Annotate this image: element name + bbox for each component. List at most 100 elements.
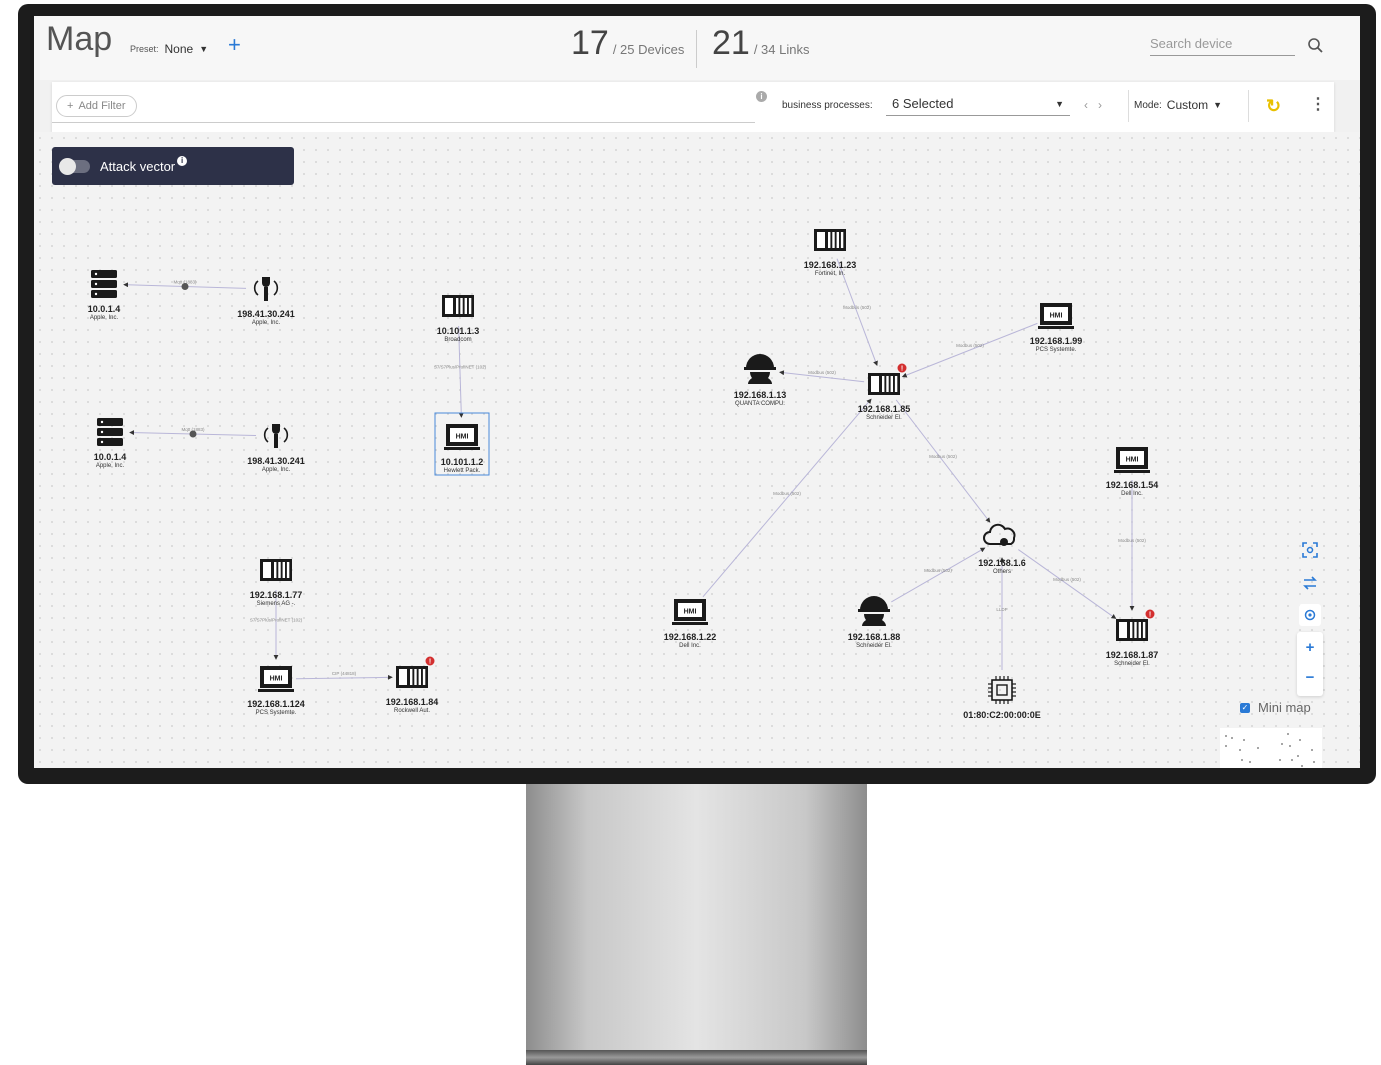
device-ip: 192.168.1.22 xyxy=(664,632,717,642)
minimap-checkbox[interactable]: ✓ xyxy=(1240,702,1250,713)
device-node[interactable]: 10.0.1.4Apple, Inc. xyxy=(88,270,121,321)
sensor-icon xyxy=(263,424,289,448)
search-icon[interactable] xyxy=(1306,36,1326,56)
alert-icon: ! xyxy=(897,363,907,373)
device-node[interactable]: 10.101.1.3Broadcom xyxy=(437,295,480,343)
device-vendor: PCS Systemte. xyxy=(256,710,297,716)
add-filter-button[interactable]: + Add Filter xyxy=(56,95,137,117)
add-filter-label: Add Filter xyxy=(78,100,126,112)
device-node[interactable]: ! 192.168.1.85Schneider El. xyxy=(858,363,911,422)
device-node[interactable]: 198.41.30.241Apple, Inc. xyxy=(247,424,305,473)
device-node[interactable]: HMI 192.168.1.124PCS Systemte. xyxy=(247,666,305,716)
monitor-stand xyxy=(526,784,867,1054)
mode-dropdown[interactable]: Mode: Custom ▼ xyxy=(1134,98,1222,112)
device-node[interactable]: 192.168.1.23Fortinet, In. xyxy=(804,229,857,277)
device-vendor: PCS Systemte. xyxy=(1036,347,1077,353)
device-ip: 198.41.30.241 xyxy=(237,309,295,319)
zoom-controls: + − xyxy=(1297,632,1323,696)
filter-input-line[interactable] xyxy=(52,122,755,123)
hmi-icon: HMI xyxy=(444,424,480,450)
edge-label: Modbus (502) xyxy=(956,343,984,348)
device-vendor: Dell Inc. xyxy=(679,643,701,649)
layout-swap-icon[interactable] xyxy=(1299,572,1321,594)
device-node[interactable]: 01:80:C2:00:00:0E xyxy=(963,676,1041,720)
graph-edge[interactable]: Modbus (502) xyxy=(1118,480,1146,611)
search-input[interactable]: Search device xyxy=(1150,36,1295,56)
graph-edge[interactable]: Modbus (502) xyxy=(779,370,865,383)
links-total: / 34 Links xyxy=(753,42,810,57)
edge-label: Modbus (502) xyxy=(1053,577,1081,582)
top-bar: Map Preset: None ▼ + 17 / 25 Devices 21 … xyxy=(34,16,1360,80)
attack-vector-panel[interactable]: Attack vector i xyxy=(52,147,294,185)
edge-label: Modbus (502) xyxy=(929,454,957,459)
graph-edge[interactable]: Modbus (502) xyxy=(895,399,991,523)
prev-next-arrows[interactable]: ‹› xyxy=(1084,98,1112,112)
divider xyxy=(1248,90,1249,122)
worker-icon xyxy=(744,354,776,384)
device-node[interactable]: 10.0.1.4Apple, Inc. xyxy=(94,418,127,469)
device-vendor: Apple, Inc. xyxy=(252,320,281,326)
network-map-canvas[interactable]: Mqtt (1883) Mqtt (1883) S7/S7Plus/ProfiNET… xyxy=(34,132,1360,768)
device-node[interactable]: HMI 192.168.1.54Dell Inc. xyxy=(1106,447,1159,497)
cloud-icon xyxy=(983,523,1016,546)
svg-text:HMI: HMI xyxy=(1126,457,1139,464)
device-vendor: Schneider El. xyxy=(1114,661,1150,667)
refresh-icon[interactable]: ↻ xyxy=(1266,96,1281,117)
graph-edge[interactable]: Modbus (502) xyxy=(702,398,872,598)
device-node[interactable]: 192.168.1.77Siemens AG -. xyxy=(250,559,303,607)
graph-edge[interactable]: CIP (44818) xyxy=(295,671,393,680)
edge-label: Modbus (502) xyxy=(1118,538,1146,543)
chevron-down-icon: ▼ xyxy=(199,44,209,54)
device-node[interactable]: HMI 192.168.1.22Dell Inc. xyxy=(664,599,717,649)
stat-divider xyxy=(696,30,697,68)
device-ip: 10.101.1.2 xyxy=(441,457,484,467)
device-node[interactable]: 192.168.1.13QUANTA COMPU. xyxy=(734,354,787,407)
device-ip: 10.0.1.4 xyxy=(94,452,127,462)
zoom-out-button[interactable]: − xyxy=(1299,666,1321,688)
device-ip: 10.0.1.4 xyxy=(88,304,121,314)
attack-vector-toggle[interactable] xyxy=(59,157,90,175)
locate-icon[interactable] xyxy=(1299,604,1321,626)
server-icon xyxy=(97,418,123,446)
device-node[interactable]: ! 192.168.1.87Schneider El. xyxy=(1106,609,1159,668)
monitor-frame: Map Preset: None ▼ + 17 / 25 Devices 21 … xyxy=(18,4,1376,784)
more-vertical-icon[interactable]: ⋮ xyxy=(1310,94,1326,114)
device-node[interactable]: HMI 192.168.1.99PCS Systemte. xyxy=(1030,303,1083,353)
device-vendor: Apple, Inc. xyxy=(90,315,119,321)
device-vendor: Apple, Inc. xyxy=(262,467,291,473)
device-node[interactable]: HMI 10.101.1.2Hewlett Pack. xyxy=(434,412,490,476)
plc-icon xyxy=(814,229,846,251)
device-vendor: Others xyxy=(993,569,1011,575)
business-processes-select[interactable]: 6 Selected ▼ xyxy=(886,92,1070,116)
device-ip: 192.168.1.88 xyxy=(848,632,901,642)
focus-icon[interactable] xyxy=(1299,539,1321,561)
device-ip: 192.168.1.124 xyxy=(247,699,305,709)
device-node[interactable]: ! 192.168.1.84Rockwell Aut. xyxy=(386,656,439,715)
network-graph[interactable]: Mqtt (1883) Mqtt (1883) S7/S7Plus/ProfiNET… xyxy=(34,132,1360,768)
graph-edge[interactable]: Mqtt (1883) xyxy=(129,427,257,438)
device-node[interactable]: 192.168.1.88Schneider El. xyxy=(848,596,901,649)
add-preset-button[interactable]: + xyxy=(228,34,241,56)
device-ip: 192.168.1.13 xyxy=(734,390,787,400)
minimap-toggle[interactable]: ✓ Mini map xyxy=(1240,700,1311,715)
preset-dropdown[interactable]: Preset: None ▼ xyxy=(130,42,208,56)
device-ip: 10.101.1.3 xyxy=(437,326,480,336)
device-ip: 198.41.30.241 xyxy=(247,456,305,466)
graph-edge[interactable]: Modbus (502) xyxy=(1018,549,1117,619)
info-icon[interactable]: i xyxy=(756,91,767,102)
svg-text:HMI: HMI xyxy=(270,676,283,683)
zoom-in-button[interactable]: + xyxy=(1299,636,1321,658)
edge-label: LLDP xyxy=(996,607,1007,612)
preset-label: Preset: xyxy=(130,44,159,54)
graph-edge[interactable]: Modbus (502) xyxy=(901,322,1038,378)
minimap[interactable] xyxy=(1220,728,1322,768)
info-icon[interactable]: i xyxy=(177,156,188,166)
edge-label: S7/S7Plus/ProfiNET (102) xyxy=(434,365,487,370)
chevron-down-icon: ▼ xyxy=(1213,100,1223,110)
graph-edge[interactable]: Mqtt (1883) xyxy=(123,280,247,291)
device-node[interactable]: 198.41.30.241Apple, Inc. xyxy=(237,277,295,326)
filter-bar: + Add Filter i business processes: 6 Sel… xyxy=(52,82,1334,132)
device-vendor: Fortinet, In. xyxy=(815,271,846,277)
graph-edge[interactable]: Modbus (502) xyxy=(891,547,986,603)
monitor-stand-base xyxy=(526,1050,867,1065)
